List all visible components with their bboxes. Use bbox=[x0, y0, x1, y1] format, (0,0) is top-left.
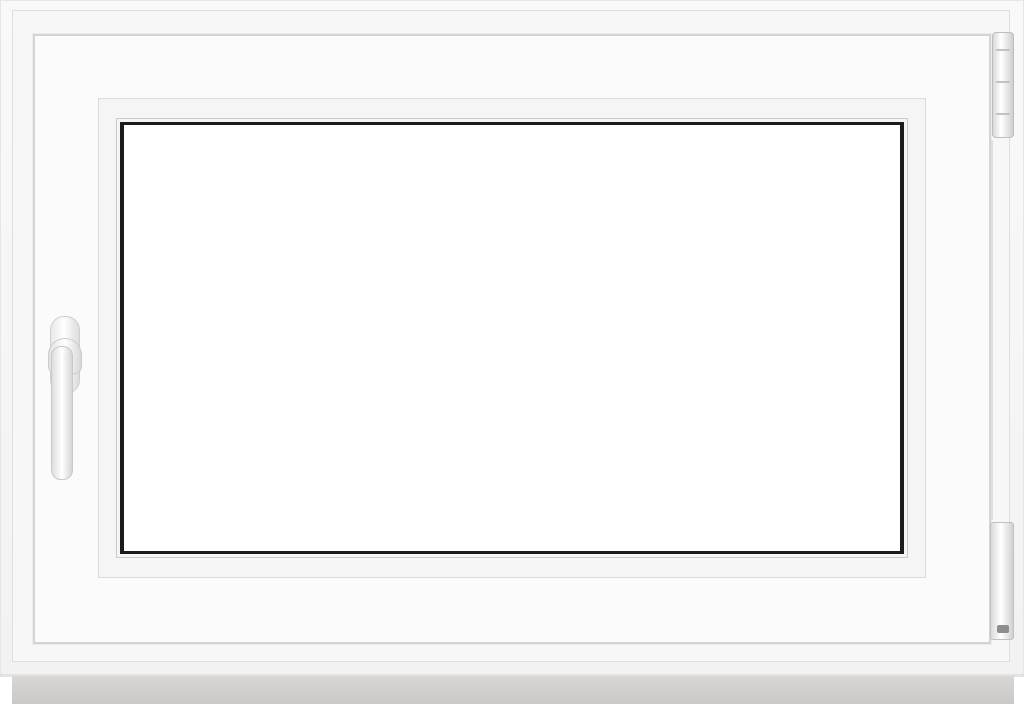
window-glass-pane bbox=[120, 122, 904, 554]
top-hinge-icon bbox=[992, 32, 1014, 138]
window-photo bbox=[0, 0, 1024, 704]
hinge-ridge bbox=[996, 49, 1010, 51]
window-handle-icon[interactable] bbox=[44, 316, 90, 482]
bottom-hinge-icon bbox=[990, 522, 1014, 640]
handle-lever bbox=[51, 346, 73, 480]
sash-frame-gap bbox=[991, 140, 993, 520]
hinge-ridge bbox=[996, 113, 1010, 115]
hinge-screw bbox=[997, 625, 1009, 633]
window-sill bbox=[12, 676, 1014, 704]
hinge-ridge bbox=[996, 81, 1010, 83]
